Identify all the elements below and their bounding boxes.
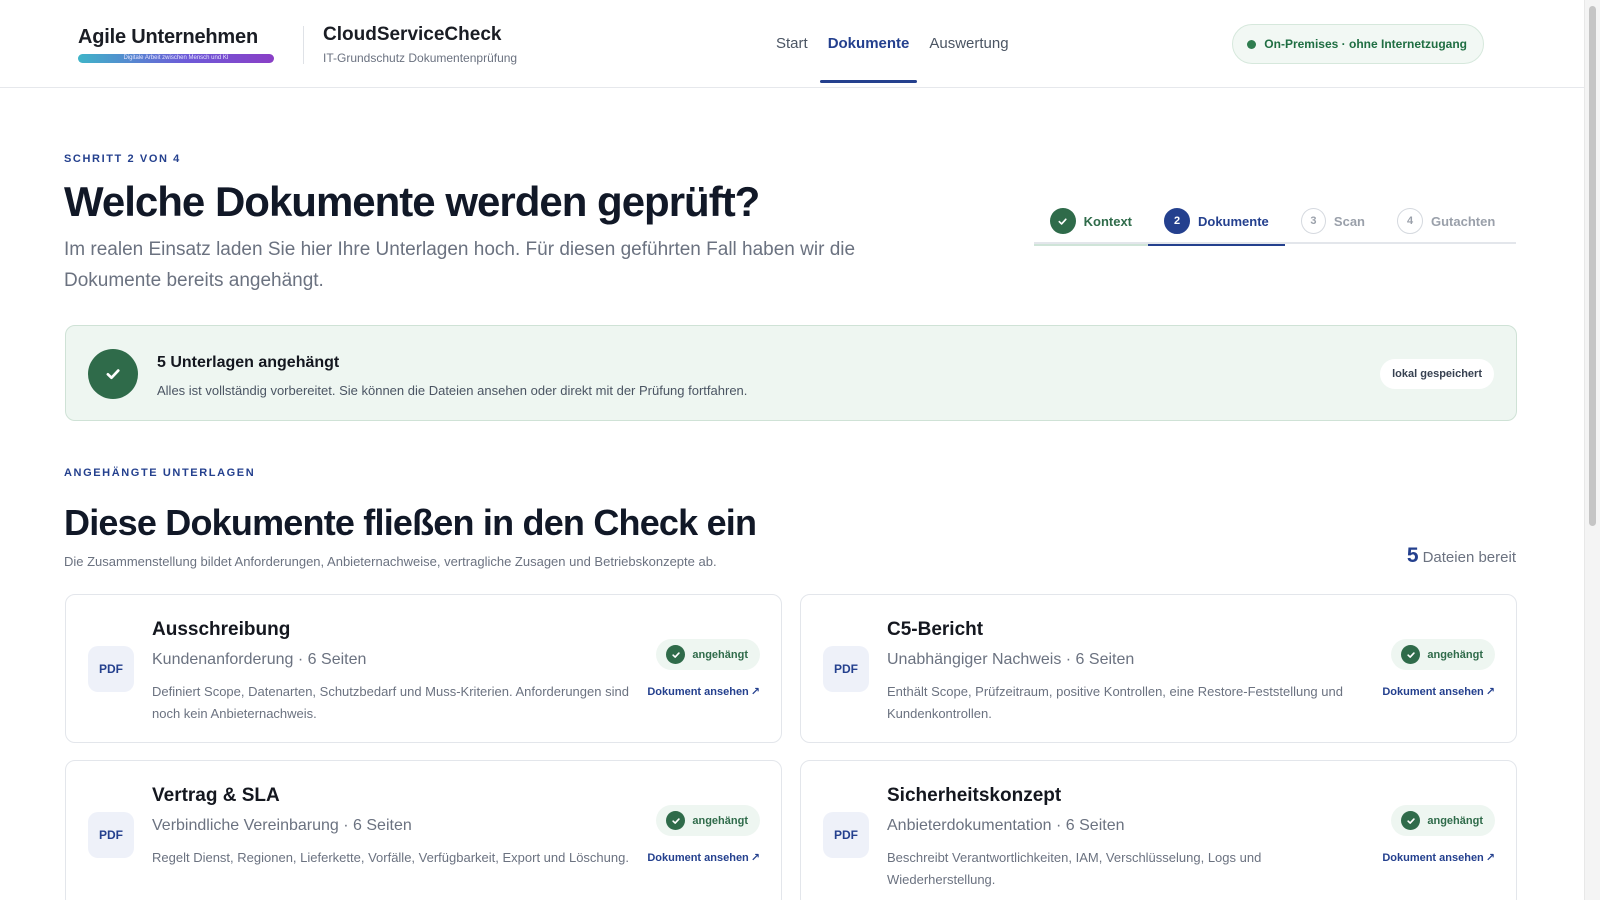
check-icon [1401,811,1421,830]
nav-item-start[interactable]: Start [766,0,818,88]
documents-eyebrow: ANGEHÄNGTE UNTERLAGEN [64,467,256,479]
step-label: Dokumente [1198,213,1269,229]
view-document-link[interactable]: Dokument ansehen ↗ [647,851,760,864]
check-circle-icon [88,349,138,399]
files-count: 5 [1406,544,1419,567]
attached-label: angehängt [692,814,748,827]
step-scan[interactable]: 3 Scan [1285,198,1381,244]
storage-status-badge: lokal gespeichert [1380,359,1494,389]
pdf-file-icon: PDF [823,646,869,692]
document-card-c5-bericht[interactable]: PDF C5-Bericht Unabhängiger Nachweis · 6… [800,594,1517,743]
document-title: C5-Bericht [887,619,984,640]
check-icon [666,811,686,830]
view-document-link[interactable]: Dokument ansehen ↗ [1382,851,1495,864]
external-arrow-icon: ↗ [750,852,760,864]
view-document-label: Dokument ansehen [647,852,749,864]
documents-subtitle: Die Zusammenstellung bildet Anforderunge… [64,554,717,569]
nav-item-auswertung[interactable]: Auswertung [919,0,1018,88]
document-title: Ausschreibung [152,619,291,640]
view-document-link[interactable]: Dokument ansehen ↗ [647,685,760,698]
document-card-ausschreibung[interactable]: PDF Ausschreibung Kundenanforderung · 6 … [65,594,782,743]
brand-tagline: Digitale Arbeit zwischen Mensch und KI [78,54,274,63]
documents-title: Diese Dokumente fließen in den Check ein [64,502,757,543]
external-arrow-icon: ↗ [1485,686,1495,698]
banner-title: 5 Unterlagen angehängt [157,354,340,371]
step-number: 4 [1397,208,1423,234]
brand-name: Agile Unternehmen [78,26,258,48]
check-icon [666,645,686,664]
external-arrow-icon: ↗ [1485,852,1495,864]
document-description: Enthält Scope, Prüfzeitraum, positive Ko… [887,684,1343,721]
product-title-block: CloudServiceCheck IT-Grundschutz Dokumen… [323,24,517,65]
brand-logo[interactable]: Agile Unternehmen Digitale Arbeit zwisch… [78,26,274,63]
document-card-vertrag-sla[interactable]: PDF Vertrag & SLA Verbindliche Vereinbar… [65,760,782,900]
header-divider [303,26,304,64]
view-document-label: Dokument ansehen [1382,686,1484,698]
page-scrollbar[interactable] [1584,0,1600,900]
step-label: Gutachten [1431,213,1496,229]
progress-stepper: Kontext 2 Dokumente 3 Scan 4 Gutachten [1034,198,1516,246]
nav-item-dokumente[interactable]: Dokumente [818,0,920,88]
connectivity-status-text: On-Premises · ohne Internetzugang [1264,37,1467,51]
document-description: Beschreibt Verantwortlichkeiten, IAM, Ve… [887,850,1262,887]
step-label: Scan [1333,213,1365,229]
main-nav: Start Dokumente Auswertung [766,0,1019,88]
page-title: Welche Dokumente werden geprüft? [64,178,760,225]
document-description: Definiert Scope, Datenarten, Schutzbedar… [152,684,629,721]
product-subtitle: IT-Grundschutz Dokumentenprüfung [323,51,518,65]
step-eyebrow: SCHRITT 2 VON 4 [64,153,181,165]
document-meta: Verbindliche Vereinbarung · 6 Seiten [152,817,412,834]
step-label: Kontext [1083,213,1132,229]
attached-badge: angehängt [1391,639,1495,670]
attached-badge: angehängt [1391,805,1495,836]
product-name: CloudServiceCheck [323,24,502,45]
connectivity-status-badge: On-Premises · ohne Internetzugang [1232,24,1484,64]
view-document-link[interactable]: Dokument ansehen ↗ [1382,685,1495,698]
document-description: Regelt Dienst, Regionen, Lieferkette, Vo… [152,850,629,865]
document-card-sicherheitskonzept[interactable]: PDF Sicherheitskonzept Anbieterdokumenta… [800,760,1517,900]
app-header: Agile Unternehmen Digitale Arbeit zwisch… [0,0,1584,88]
banner-text: Alles ist vollständig vorbereitet. Sie k… [157,383,748,398]
document-grid: PDF Ausschreibung Kundenanforderung · 6 … [65,594,1517,900]
attached-badge: angehängt [656,639,760,670]
step-dokumente[interactable]: 2 Dokumente [1148,198,1285,246]
external-arrow-icon: ↗ [750,686,760,698]
step-number: 2 [1164,208,1190,234]
view-document-label: Dokument ansehen [1382,852,1484,864]
page-lead: Im realen Einsatz laden Sie hier Ihre Un… [64,239,856,291]
document-meta: Unabhängiger Nachweis · 6 Seiten [887,651,1135,668]
step-number: 3 [1301,208,1326,234]
step-gutachten[interactable]: 4 Gutachten [1381,198,1516,244]
view-document-label: Dokument ansehen [647,686,749,698]
attached-label: angehängt [692,648,748,661]
attached-label: angehängt [1427,814,1483,827]
upload-success-banner: 5 Unterlagen angehängt Alles ist vollstä… [65,325,1517,421]
pdf-file-icon: PDF [823,812,869,858]
pdf-file-icon: PDF [88,812,134,858]
attached-badge: angehängt [656,805,760,836]
document-meta: Kundenanforderung · 6 Seiten [152,651,367,668]
pdf-file-icon: PDF [88,646,134,692]
step-kontext[interactable]: Kontext [1034,198,1148,246]
document-meta: Anbieterdokumentation · 6 Seiten [887,817,1125,834]
document-title: Vertrag & SLA [152,785,280,806]
scrollbar-thumb[interactable] [1589,6,1596,526]
document-title: Sicherheitskonzept [887,785,1062,806]
check-icon [1401,645,1421,664]
status-dot-icon [1247,39,1257,49]
check-icon [1050,208,1076,234]
attached-label: angehängt [1427,648,1483,661]
files-count-label: Dateien bereit [1422,549,1516,566]
files-ready-counter: 5 Dateien bereit [1407,544,1516,568]
